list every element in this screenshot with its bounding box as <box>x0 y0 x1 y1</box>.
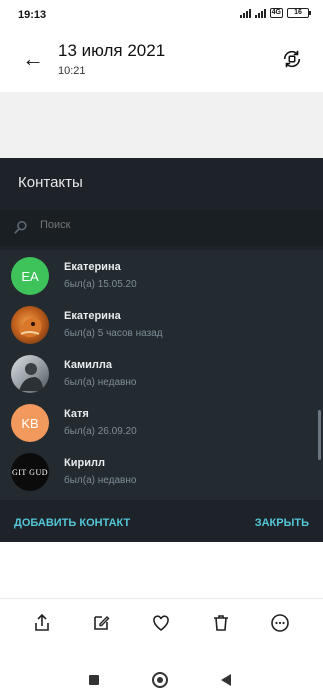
status-time: 19:13 <box>18 9 47 21</box>
photo-date: 13 июля 2021 <box>58 41 166 60</box>
recents-icon[interactable] <box>89 675 99 685</box>
photo-background-bottom <box>0 542 323 598</box>
contact-row[interactable]: KB Катя был(а) 26.09.20 <box>0 397 323 446</box>
contact-row[interactable]: EA Екатерина был(а) 15.05.20 <box>0 250 323 299</box>
search-icon <box>14 220 27 234</box>
arrow-left-icon[interactable]: ← <box>22 46 44 72</box>
contact-status: был(а) недавно <box>64 377 137 388</box>
status-bar: 19:13 4G 16 <box>0 0 323 30</box>
fox-photo-icon <box>19 317 42 338</box>
person-photo-icon <box>19 363 43 391</box>
contacts-dialog: Контакты EA Екатерина был(а) 15.05.20 Ек… <box>0 158 323 542</box>
rotate-icon[interactable] <box>281 48 303 70</box>
network-badge: 4G <box>269 8 283 18</box>
contact-status: был(а) 15.05.20 <box>64 279 137 290</box>
avatar <box>11 306 49 344</box>
search-input[interactable] <box>40 219 240 231</box>
trash-icon[interactable] <box>211 613 231 633</box>
share-icon[interactable] <box>32 613 52 633</box>
contact-name: Кирилл <box>64 457 105 469</box>
system-nav-bar <box>0 660 323 700</box>
edit-icon[interactable] <box>91 613 111 633</box>
contact-name: Катя <box>64 408 89 420</box>
contact-row[interactable]: Екатерина был(а) 5 часов назад <box>0 299 323 348</box>
search-bar[interactable] <box>0 210 323 246</box>
dialog-title: Контакты <box>18 174 83 191</box>
contact-row[interactable]: GIT GUD Кирилл был(а) недавно <box>0 446 323 495</box>
gallery-header: ← 13 июля 2021 10:21 <box>0 30 323 92</box>
dialog-footer: ДОБАВИТЬ КОНТАКТ ЗАКРЫТЬ <box>0 504 323 542</box>
back-triangle-icon[interactable] <box>221 674 231 686</box>
status-icons: 4G 16 <box>239 8 311 18</box>
avatar <box>11 355 49 393</box>
contact-status: был(а) 5 часов назад <box>64 328 163 339</box>
contact-row[interactable]: Камилла был(а) недавно <box>0 348 323 397</box>
contact-status: был(а) недавно <box>64 475 137 486</box>
add-contact-button[interactable]: ДОБАВИТЬ КОНТАКТ <box>14 517 130 529</box>
avatar-logo-text: GIT GUD <box>11 467 48 477</box>
signal-icon-2 <box>254 8 266 18</box>
avatar: EA <box>11 257 49 295</box>
signal-icon <box>239 8 251 18</box>
photo-toolbar <box>0 598 323 648</box>
avatar: KB <box>11 404 49 442</box>
avatar-initials: EA <box>21 268 39 284</box>
contact-list[interactable]: EA Екатерина был(а) 15.05.20 Екатерина б… <box>0 250 323 500</box>
contact-name: Екатерина <box>64 310 121 322</box>
contact-status: был(а) 26.09.20 <box>64 426 137 437</box>
battery-level: 16 <box>294 9 302 16</box>
photo-background-top <box>0 92 323 158</box>
avatar: GIT GUD <box>11 453 49 491</box>
scrollbar[interactable] <box>318 410 321 460</box>
home-icon[interactable] <box>152 672 168 688</box>
heart-icon[interactable] <box>151 613 171 633</box>
avatar-initials: KB <box>21 415 39 431</box>
photo-time: 10:21 <box>58 65 86 77</box>
more-icon[interactable] <box>270 613 290 633</box>
contact-name: Екатерина <box>64 261 121 273</box>
contact-name: Камилла <box>64 359 112 371</box>
close-button[interactable]: ЗАКРЫТЬ <box>255 517 309 529</box>
battery-icon: 16 <box>287 8 311 18</box>
